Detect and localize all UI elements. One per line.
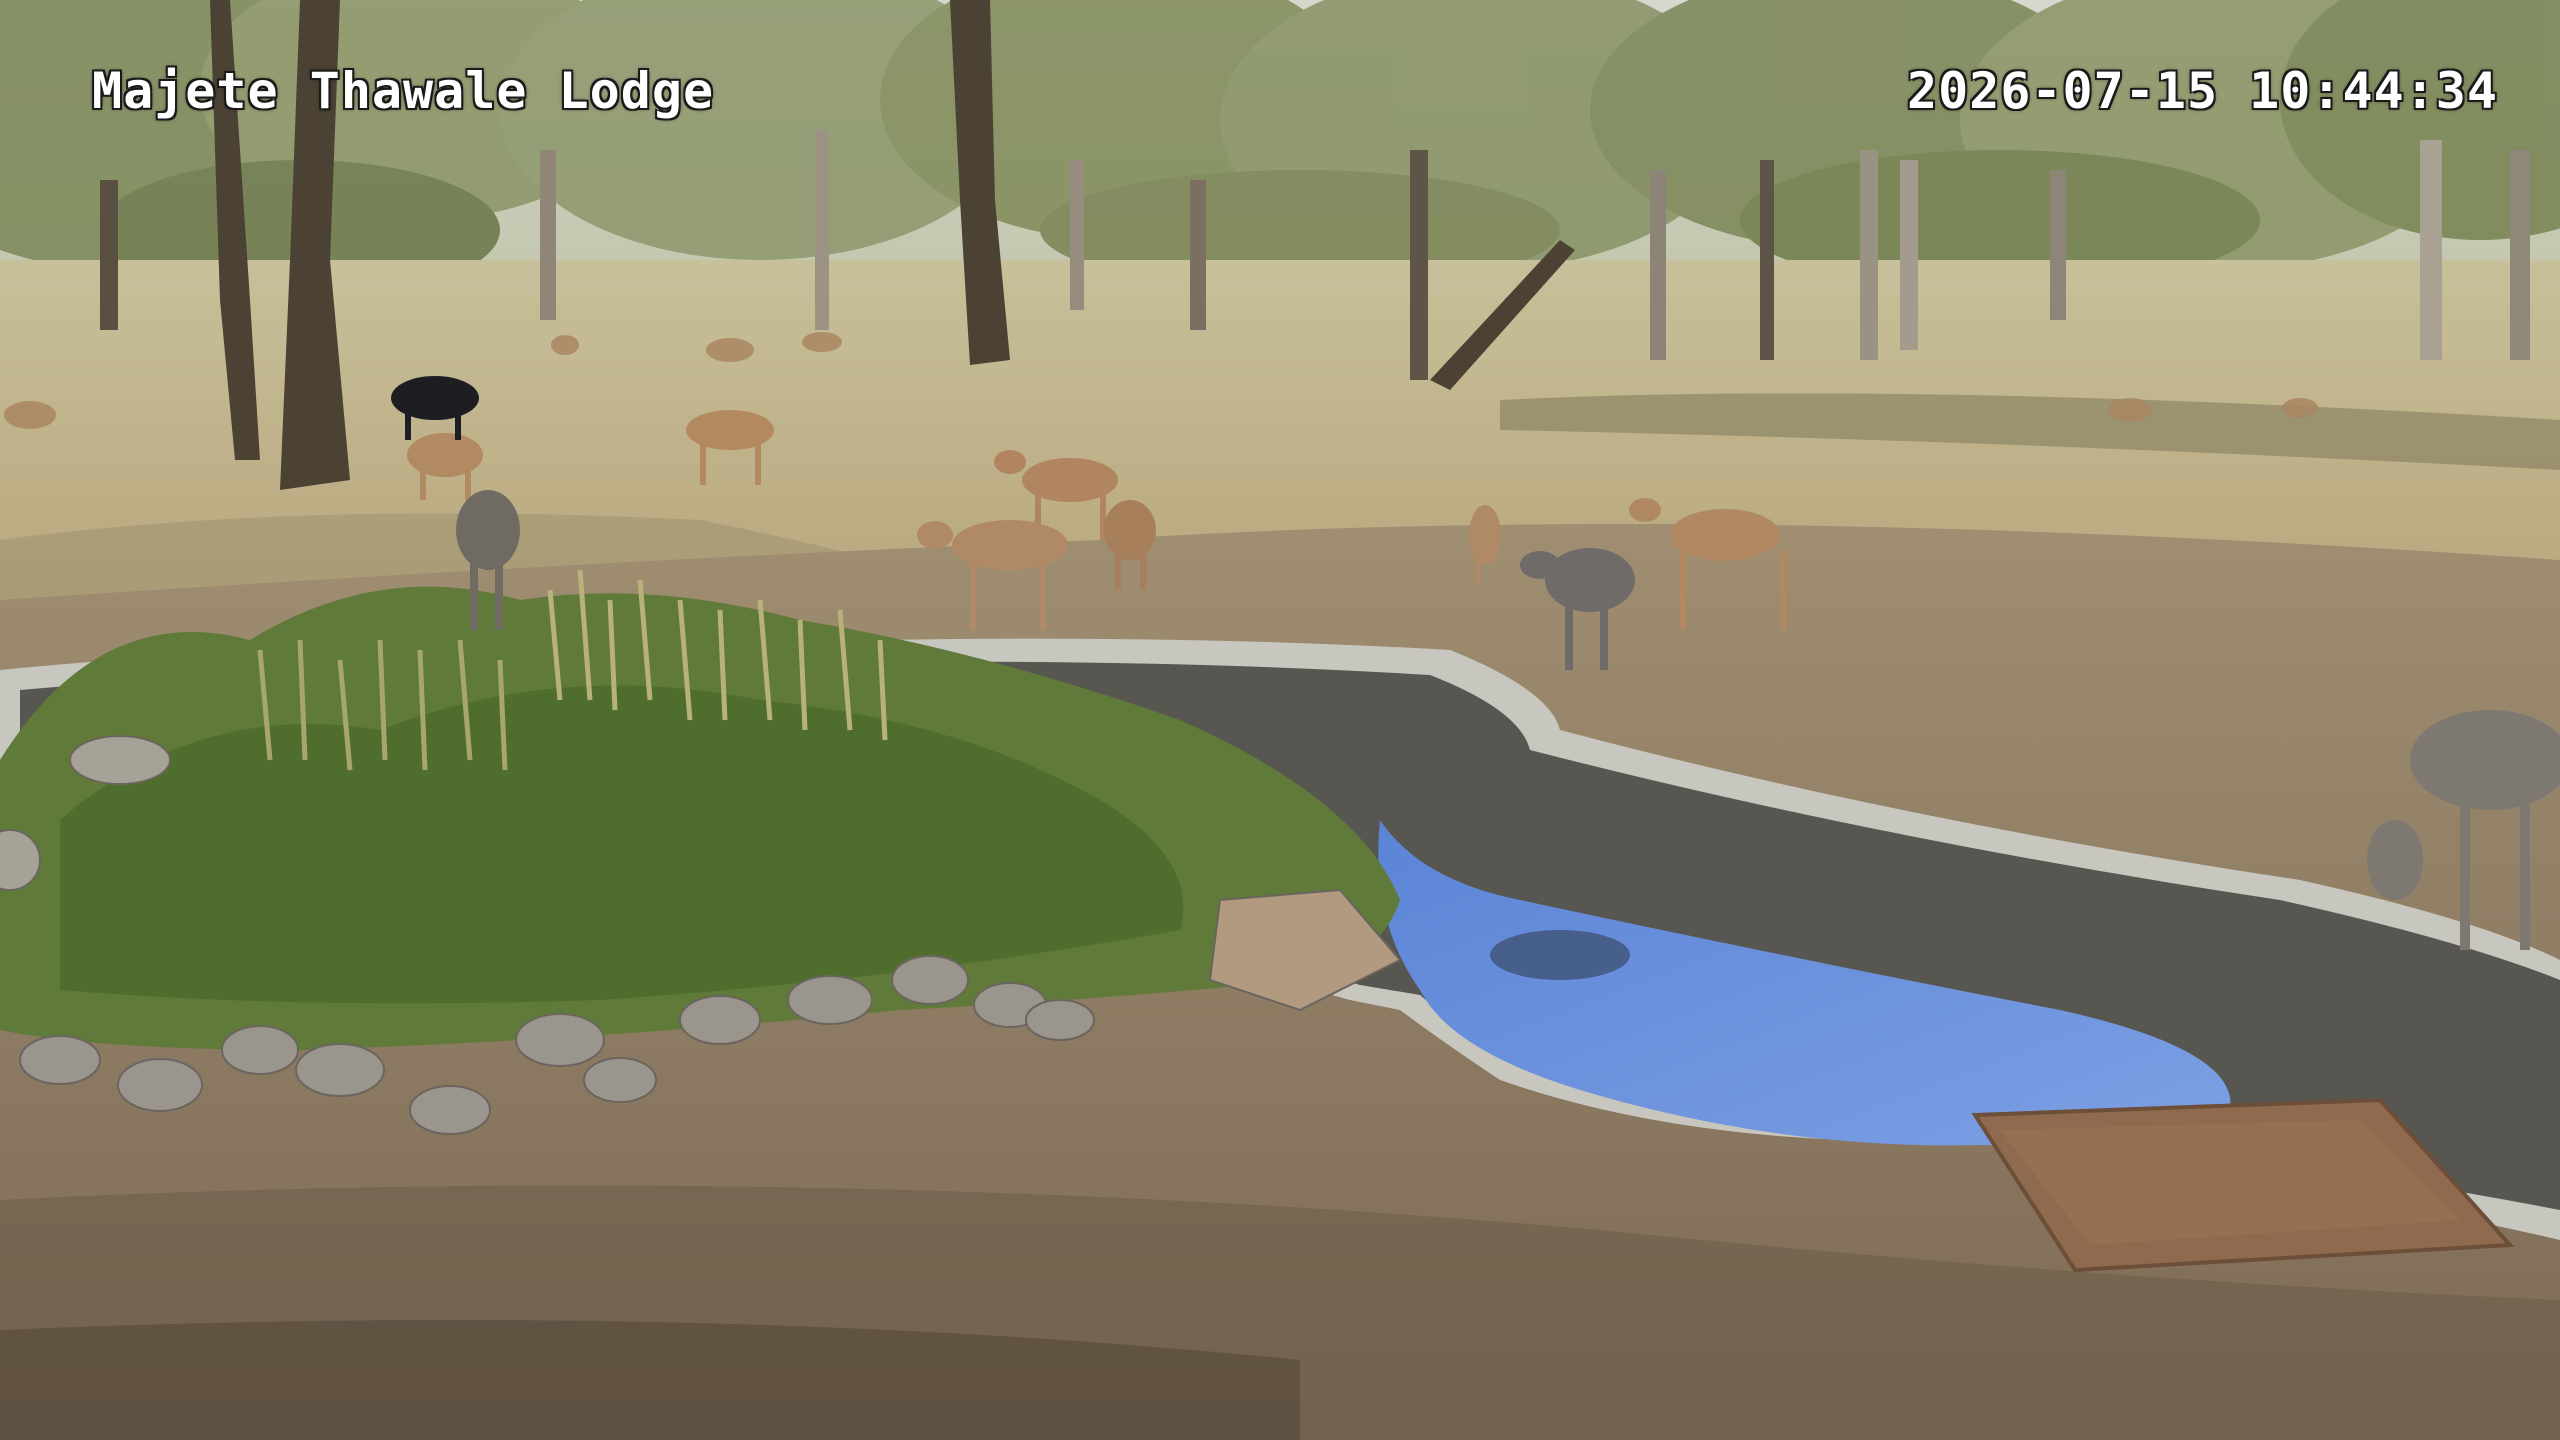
- tree-canopy: [0, 0, 2560, 300]
- camera-location-label: Majete Thawale Lodge: [92, 62, 715, 120]
- waterhole-scene: [0, 0, 2560, 1440]
- camera-frame: Majete Thawale Lodge 2026-07-15 10:44:34: [0, 0, 2560, 1440]
- camera-timestamp: 2026-07-15 10:44:34: [1907, 62, 2498, 120]
